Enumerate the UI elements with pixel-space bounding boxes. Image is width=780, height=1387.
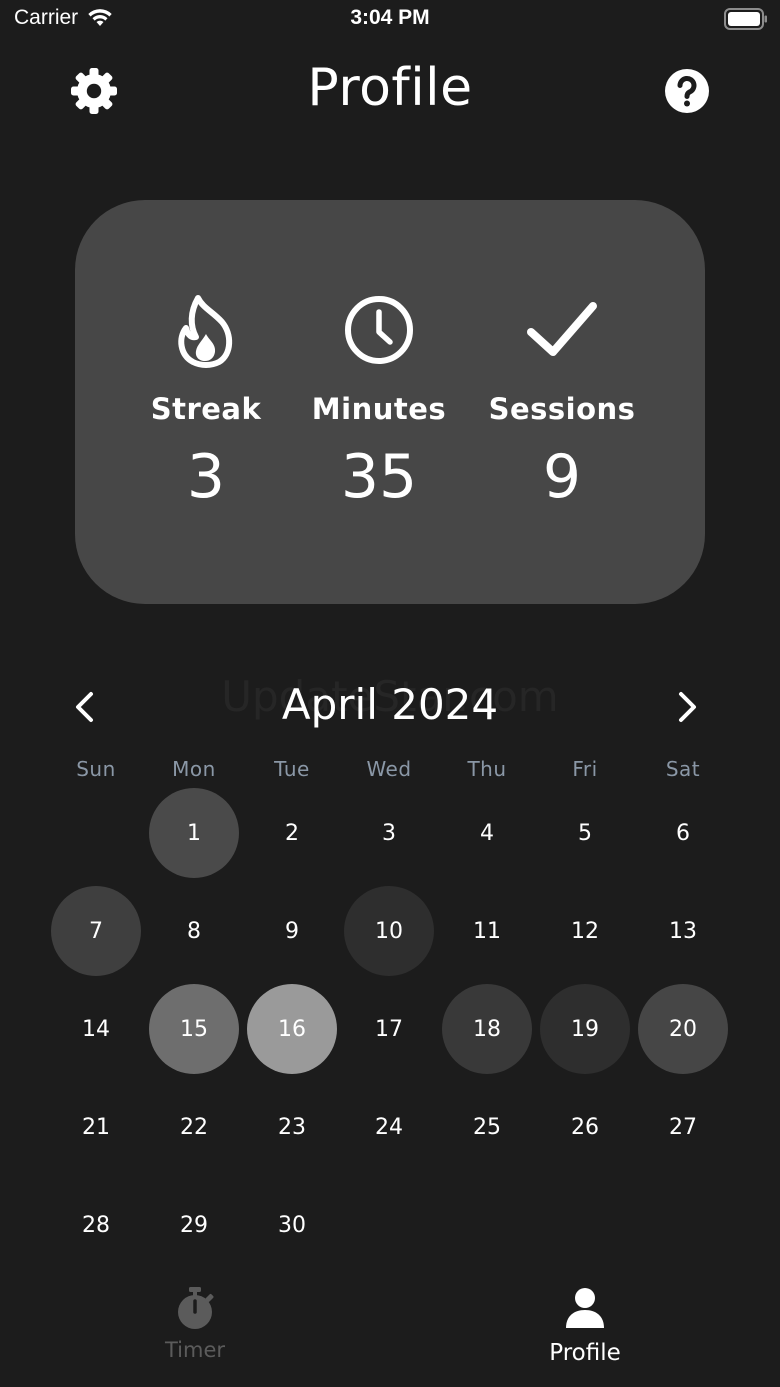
calendar-day-18[interactable]: 18 [442, 984, 532, 1074]
calendar-day-24[interactable]: 24 [344, 1082, 434, 1172]
streak-label: Streak [150, 392, 262, 426]
calendar-day-19[interactable]: 19 [540, 984, 630, 1074]
calendar-day-27[interactable]: 27 [638, 1082, 728, 1172]
question-circle-icon[interactable] [664, 68, 710, 114]
calendar-day-23[interactable]: 23 [247, 1082, 337, 1172]
streak-value: 3 [186, 442, 226, 512]
calendar-day-30[interactable]: 30 [247, 1180, 337, 1270]
calendar-day-15[interactable]: 15 [149, 984, 239, 1074]
calendar-day-6[interactable]: 6 [638, 788, 728, 878]
profile-screen: Carrier 3:04 PM Profile Streak 3 Minutes… [0, 0, 780, 1387]
calendar-day-25[interactable]: 25 [442, 1082, 532, 1172]
minutes-label: Minutes [311, 392, 447, 426]
page-title: Profile [307, 58, 473, 118]
weekday-sat: Sat [665, 757, 701, 781]
weekday-sun: Sun [76, 757, 116, 781]
calendar-day-28[interactable]: 28 [51, 1180, 141, 1270]
stats-card: Streak 3 Minutes 35 Sessions 9 [75, 200, 705, 604]
calendar-day-12[interactable]: 12 [540, 886, 630, 976]
calendar-day-4[interactable]: 4 [442, 788, 532, 878]
chevron-right-icon[interactable] [672, 688, 702, 726]
flame-icon [178, 295, 233, 368]
calendar-day-5[interactable]: 5 [540, 788, 630, 878]
calendar-day-16[interactable]: 16 [247, 984, 337, 1074]
calendar-day-22[interactable]: 22 [149, 1082, 239, 1172]
calendar-day-14[interactable]: 14 [51, 984, 141, 1074]
calendar-day-3[interactable]: 3 [344, 788, 434, 878]
sessions-value: 9 [542, 442, 582, 512]
calendar-day-2[interactable]: 2 [247, 788, 337, 878]
person-icon [566, 1288, 604, 1328]
battery-icon [724, 8, 767, 30]
calendar-day-11[interactable]: 11 [442, 886, 532, 976]
calendar-day-1[interactable]: 1 [149, 788, 239, 878]
calendar-day-7[interactable]: 7 [51, 886, 141, 976]
weekday-mon: Mon [172, 757, 216, 781]
month-title: April 2024 [281, 680, 499, 729]
weekday-wed: Wed [366, 757, 412, 781]
tab-timer[interactable]: Timer [95, 1282, 295, 1382]
minutes-value: 35 [340, 442, 418, 512]
status-bar: Carrier 3:04 PM [0, 0, 780, 40]
weekday-thu: Thu [467, 757, 507, 781]
tab-timer-label: Timer [164, 1338, 226, 1362]
calendar-day-8[interactable]: 8 [149, 886, 239, 976]
calendar-day-29[interactable]: 29 [149, 1180, 239, 1270]
status-time: 3:04 PM [350, 6, 430, 29]
clock-icon [345, 296, 413, 364]
calendar-day-13[interactable]: 13 [638, 886, 728, 976]
weekday-tue: Tue [274, 757, 310, 781]
calendar-day-10[interactable]: 10 [344, 886, 434, 976]
tab-profile-label: Profile [549, 1340, 621, 1366]
weekday-fri: Fri [572, 757, 598, 781]
checkmark-icon [527, 302, 597, 356]
calendar-day-21[interactable]: 21 [51, 1082, 141, 1172]
calendar-day-26[interactable]: 26 [540, 1082, 630, 1172]
sessions-label: Sessions [488, 392, 636, 426]
calendar-day-9[interactable]: 9 [247, 886, 337, 976]
tab-profile[interactable]: Profile [485, 1282, 685, 1382]
calendar-day-17[interactable]: 17 [344, 984, 434, 1074]
calendar-day-20[interactable]: 20 [638, 984, 728, 1074]
stopwatch-icon [178, 1287, 214, 1329]
